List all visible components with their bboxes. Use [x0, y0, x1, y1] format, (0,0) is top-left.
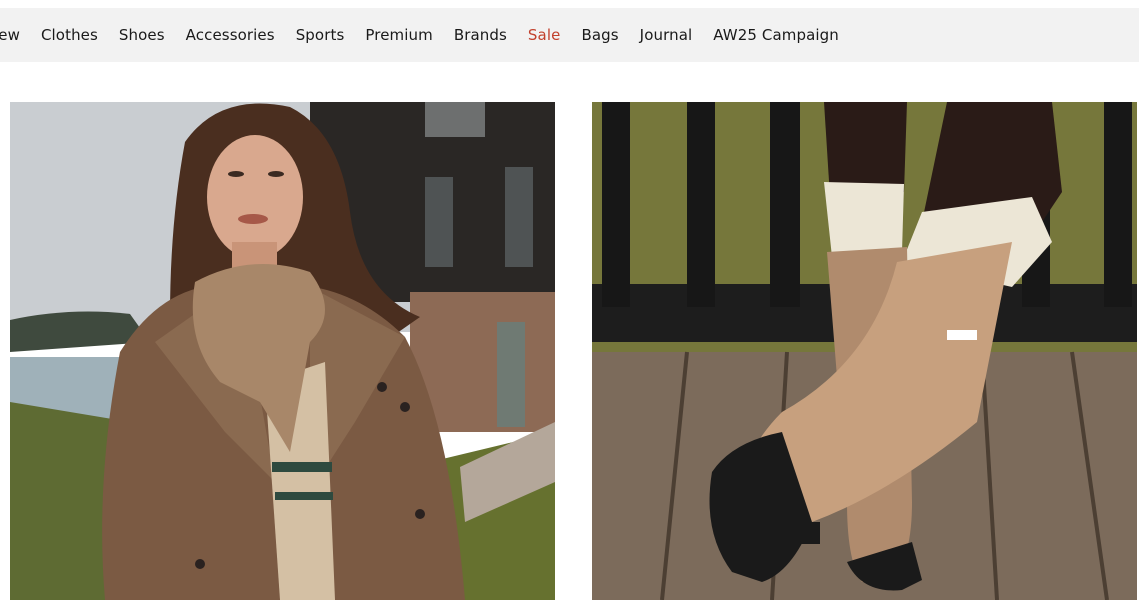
- nav-item-bags[interactable]: Bags: [581, 26, 618, 44]
- nav-item-premium[interactable]: Premium: [365, 26, 432, 44]
- top-navigation: lew Clothes Shoes Accessories Sports Pre…: [0, 8, 1139, 62]
- nav-item-sports[interactable]: Sports: [296, 26, 345, 44]
- nav-item-clothes[interactable]: Clothes: [41, 26, 98, 44]
- nav-item-shoes[interactable]: Shoes: [119, 26, 165, 44]
- boots-photo-illustration: [592, 102, 1137, 600]
- nav-list: lew Clothes Shoes Accessories Sports Pre…: [0, 8, 860, 62]
- nav-item-new[interactable]: lew: [0, 26, 20, 44]
- tan-wellington-boots-image[interactable]: [592, 102, 1137, 600]
- nav-item-accessories[interactable]: Accessories: [186, 26, 275, 44]
- nav-item-journal[interactable]: Journal: [640, 26, 693, 44]
- nav-item-sale[interactable]: Sale: [528, 26, 561, 44]
- nav-item-brands[interactable]: Brands: [454, 26, 507, 44]
- woman-in-check-coat-image[interactable]: [10, 102, 555, 600]
- coat-photo-illustration: [10, 102, 555, 600]
- nav-item-aw25-campaign[interactable]: AW25 Campaign: [713, 26, 839, 44]
